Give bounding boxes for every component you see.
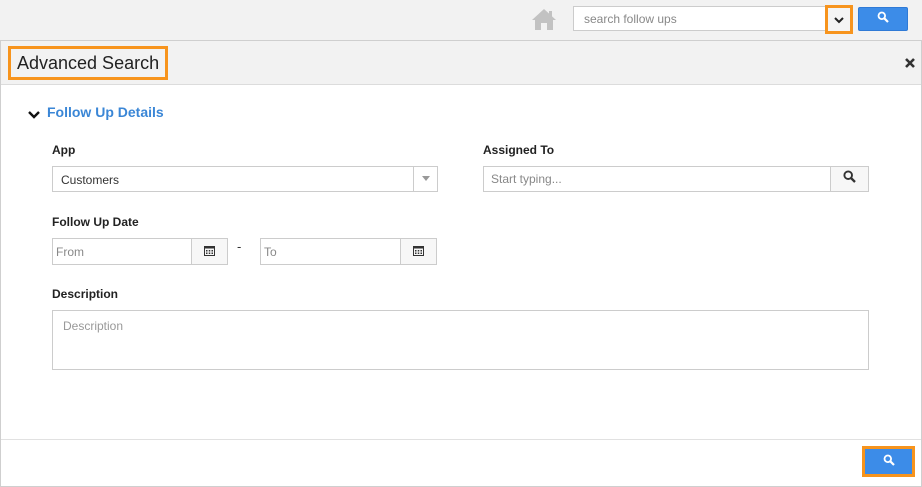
section-title[interactable]: Follow Up Details <box>47 104 164 120</box>
assigned-to-label: Assigned To <box>483 143 555 157</box>
top-bar <box>0 0 922 40</box>
calendar-icon <box>413 243 424 261</box>
app-selected-value: Customers <box>61 173 120 187</box>
date-to-input[interactable] <box>260 238 401 265</box>
date-from-input[interactable] <box>52 238 193 265</box>
search-icon <box>883 453 895 471</box>
app-label: App <box>52 143 76 157</box>
follow-up-date-label: Follow Up Date <box>52 215 139 229</box>
panel-header: Advanced Search <box>1 41 921 85</box>
description-textarea[interactable] <box>52 310 869 370</box>
search-icon <box>877 10 889 28</box>
chevron-down-icon[interactable] <box>27 108 41 122</box>
description-label: Description <box>52 287 119 301</box>
date-range-separator: - <box>237 239 242 254</box>
advanced-search-toggle-button[interactable] <box>825 5 853 34</box>
caret-down-icon[interactable] <box>413 167 437 191</box>
top-search-button[interactable] <box>858 7 908 31</box>
search-icon <box>843 170 856 188</box>
advanced-search-submit-button[interactable] <box>862 446 915 477</box>
chevron-down-icon <box>834 11 844 29</box>
date-from-calendar-button[interactable] <box>191 238 228 265</box>
assigned-to-input[interactable] <box>483 166 831 192</box>
date-to-calendar-button[interactable] <box>400 238 437 265</box>
assigned-to-search-button[interactable] <box>830 166 869 192</box>
advanced-search-panel: Advanced Search Follow Up Details App Cu… <box>0 40 922 487</box>
app-select[interactable]: Customers <box>52 166 438 192</box>
panel-title: Advanced Search <box>8 46 169 80</box>
calendar-icon <box>204 243 215 261</box>
search-follow-ups-input[interactable] <box>573 6 853 31</box>
close-icon[interactable] <box>903 55 917 71</box>
footer-divider <box>1 439 921 440</box>
home-icon[interactable] <box>531 7 557 31</box>
